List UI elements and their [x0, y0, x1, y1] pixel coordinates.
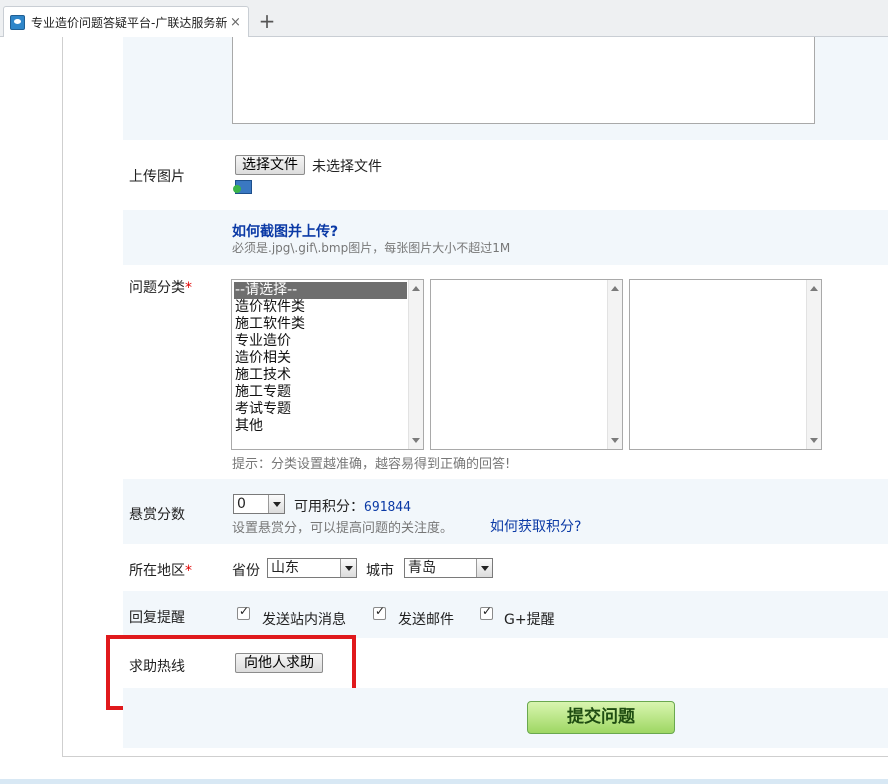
city-value: 青岛: [408, 560, 436, 576]
scroll-up-icon[interactable]: [412, 286, 420, 291]
category-listbox-tertiary[interactable]: [629, 279, 822, 450]
choose-file-button[interactable]: 选择文件: [235, 155, 305, 175]
reward-label: 悬赏分数: [129, 507, 185, 523]
category-listbox-secondary[interactable]: [430, 279, 623, 450]
listbox-scrollbar[interactable]: [408, 280, 423, 449]
province-label: 省份: [232, 563, 260, 579]
chevron-down-icon[interactable]: [268, 495, 284, 513]
category-option[interactable]: 考试专题: [234, 401, 407, 418]
notify-site-message-checkbox[interactable]: [237, 604, 250, 620]
reward-hint: 设置悬赏分，可以提高问题的关注度。: [232, 521, 454, 536]
region-label-text: 所在地区: [129, 563, 185, 579]
category-label: 问题分类*: [129, 277, 192, 297]
upload-format-note: 必须是.jpg\.gif\.bmp图片，每张图片大小不超过1M: [232, 241, 511, 255]
how-to-screenshot-link[interactable]: 如何截图并上传?: [232, 221, 338, 241]
content-frame-bottom-border: [62, 756, 888, 757]
category-listbox-primary[interactable]: --请选择-- 造价软件类 施工软件类 专业造价 造价相关 施工技术 施工专题 考试专题 其他: [231, 279, 424, 450]
chevron-down-icon[interactable]: [340, 559, 356, 577]
city-select[interactable]: 青岛: [404, 558, 493, 578]
page-footer-bar: [0, 779, 888, 784]
region-label: 所在地区*: [129, 560, 192, 580]
submit-question-button[interactable]: 提交问题: [527, 701, 675, 734]
how-to-get-points-link[interactable]: 如何获取积分?: [490, 516, 581, 536]
reward-points-select[interactable]: 0: [233, 494, 285, 514]
category-option[interactable]: --请选择--: [234, 282, 407, 299]
chevron-down-icon[interactable]: [476, 559, 492, 577]
category-hint: 提示：分类设置越准确，越容易得到正确的回答!: [232, 457, 511, 472]
listbox-scrollbar[interactable]: [607, 280, 622, 449]
tab-title: 专业造价问题答疑平台-广联达服务新: [31, 15, 227, 30]
category-option[interactable]: 造价相关: [234, 350, 407, 367]
category-option[interactable]: 施工专题: [234, 384, 407, 401]
notify-email-label: 发送邮件: [398, 612, 454, 628]
scroll-down-icon[interactable]: [412, 438, 420, 443]
notify-site-message-label: 发送站内消息: [262, 612, 346, 628]
scroll-up-icon[interactable]: [810, 286, 818, 291]
file-status-text: 未选择文件: [312, 159, 382, 175]
available-points: 可用积分：691844: [294, 496, 411, 516]
browser-tab[interactable]: 专业造价问题答疑平台-广联达服务新 ×: [3, 6, 249, 37]
close-icon[interactable]: ×: [230, 15, 241, 30]
city-label: 城市: [366, 563, 394, 579]
notify-gplus-checkbox[interactable]: [480, 604, 493, 620]
category-option[interactable]: 其他: [234, 418, 407, 435]
scroll-down-icon[interactable]: [810, 438, 818, 443]
required-mark: *: [185, 280, 192, 296]
new-tab-button[interactable]: +: [255, 10, 279, 34]
notify-gplus-label: G+提醒: [504, 612, 555, 628]
submit-row: [123, 688, 888, 748]
add-image-icon[interactable]: [233, 180, 252, 194]
province-value: 山东: [271, 560, 299, 576]
province-select[interactable]: 山东: [267, 558, 357, 578]
notify-label: 回复提醒: [129, 610, 185, 626]
category-option[interactable]: 施工技术: [234, 367, 407, 384]
upload-image-label: 上传图片: [129, 169, 185, 185]
site-favicon-icon: [10, 14, 25, 30]
category-option[interactable]: 施工软件类: [234, 316, 407, 333]
question-description-textarea[interactable]: [232, 37, 815, 124]
reward-points-value: 0: [237, 496, 246, 512]
category-options: --请选择-- 造价软件类 施工软件类 专业造价 造价相关 施工技术 施工专题 考试专题 其他: [234, 282, 407, 435]
available-points-label: 可用积分：: [294, 499, 364, 515]
browser-tab-bar: 专业造价问题答疑平台-广联达服务新 × +: [0, 0, 888, 37]
scroll-up-icon[interactable]: [611, 286, 619, 291]
category-label-text: 问题分类: [129, 280, 185, 296]
content-frame-left-border: [62, 37, 63, 757]
category-option[interactable]: 造价软件类: [234, 299, 407, 316]
scroll-down-icon[interactable]: [611, 438, 619, 443]
listbox-scrollbar[interactable]: [806, 280, 821, 449]
available-points-value: 691844: [364, 500, 411, 515]
required-mark: *: [185, 563, 192, 579]
notify-email-checkbox[interactable]: [373, 604, 386, 620]
category-option[interactable]: 专业造价: [234, 333, 407, 350]
